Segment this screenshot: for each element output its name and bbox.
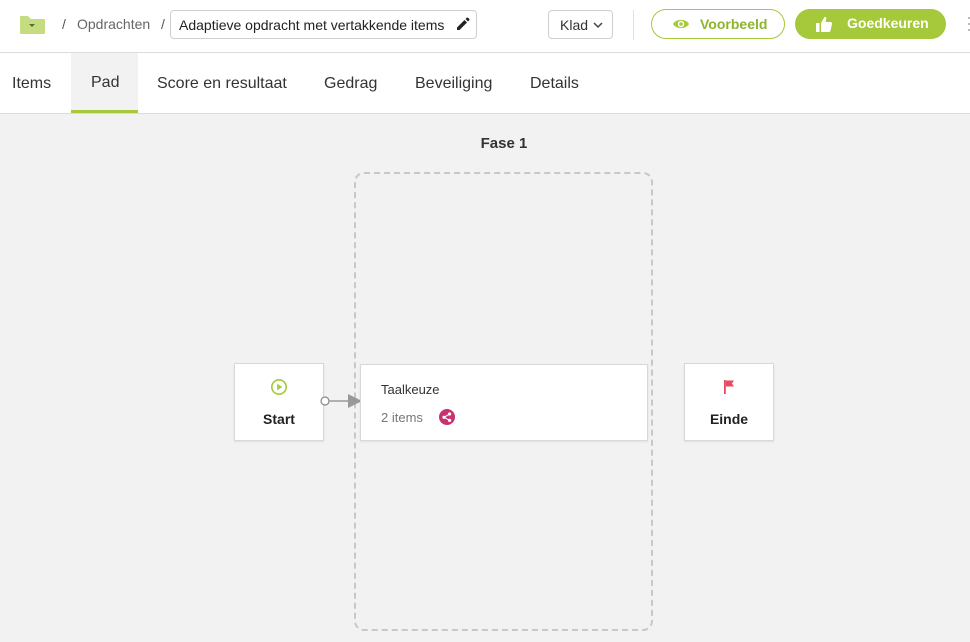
item-node-count: 2 items	[381, 410, 423, 425]
approve-label: Goedkeuren	[847, 15, 929, 31]
tab-items[interactable]: Items	[0, 53, 70, 113]
branch-icon[interactable]	[439, 409, 455, 425]
tab-beveiliging[interactable]: Beveiliging	[395, 53, 510, 113]
tab-label: Pad	[91, 74, 120, 91]
phase-title: Fase 1	[480, 135, 528, 152]
item-node[interactable]: Taalkeuze 2 items	[360, 364, 648, 441]
approve-button[interactable]: Goedkeuren	[795, 9, 946, 39]
play-circle-icon	[271, 379, 287, 395]
breadcrumb-separator: /	[62, 16, 66, 32]
tab-label: Items	[12, 75, 52, 92]
pencil-icon[interactable]	[455, 16, 471, 32]
status-dropdown[interactable]: Klad	[548, 10, 613, 39]
tab-score-en-resultaat[interactable]: Score en resultaat	[139, 53, 301, 113]
eye-icon	[673, 19, 689, 29]
folder-button[interactable]	[18, 12, 46, 36]
item-node-title: Taalkeuze	[381, 382, 440, 397]
breadcrumb-separator: /	[161, 16, 165, 32]
assignment-title: Adaptieve opdracht met vertakkende items	[179, 17, 445, 33]
connector-arrow	[320, 394, 362, 408]
tab-label: Score en resultaat	[157, 75, 287, 92]
tab-bar: Items Pad Score en resultaat Gedrag Beve…	[0, 53, 970, 114]
assignment-title-field[interactable]: Adaptieve opdracht met vertakkende items	[170, 10, 477, 39]
breadcrumb-opdrachten[interactable]: Opdrachten	[77, 16, 150, 32]
folder-icon	[20, 16, 45, 34]
tab-details[interactable]: Details	[511, 53, 596, 113]
tab-label: Details	[530, 75, 579, 92]
more-icon[interactable]	[962, 14, 970, 34]
tab-gedrag[interactable]: Gedrag	[302, 53, 394, 113]
preview-label: Voorbeeld	[700, 16, 768, 32]
tab-label: Beveiliging	[415, 75, 493, 92]
end-label: Einde	[709, 411, 749, 427]
start-label: Start	[263, 411, 295, 427]
thumbs-up-icon	[816, 16, 833, 32]
header-divider	[633, 10, 634, 40]
app-header: / Opdrachten / Adaptieve opdracht met ve…	[0, 0, 970, 53]
tab-label: Gedrag	[324, 75, 378, 92]
status-value: Klad	[560, 17, 589, 33]
tab-pad[interactable]: Pad	[71, 53, 138, 113]
end-node[interactable]: Einde	[684, 363, 774, 441]
chevron-down-icon	[593, 22, 603, 29]
preview-button[interactable]: Voorbeeld	[651, 9, 785, 39]
flag-icon	[724, 380, 734, 394]
start-node[interactable]: Start	[234, 363, 324, 441]
